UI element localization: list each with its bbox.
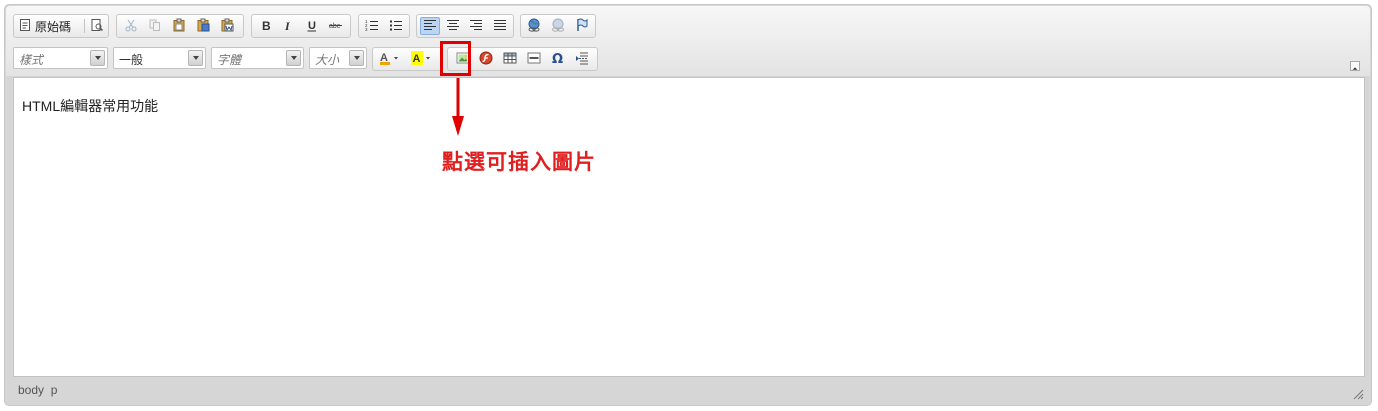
- align-right-button[interactable]: [466, 17, 486, 35]
- insert-flash-button[interactable]: [476, 50, 496, 68]
- source-label: 原始碼: [35, 19, 72, 34]
- element-path[interactable]: body p: [18, 383, 57, 397]
- svg-text:U: U: [308, 20, 316, 32]
- unlink-button[interactable]: [548, 17, 568, 35]
- chevron-down-icon: [90, 50, 105, 66]
- special-char-button[interactable]: Ω: [548, 50, 568, 68]
- toolbar-collapse-button[interactable]: [1350, 61, 1360, 71]
- svg-text:3: 3: [365, 27, 368, 32]
- svg-text:Ω: Ω: [552, 52, 563, 65]
- underline-icon: U: [305, 18, 319, 35]
- svg-text:I: I: [284, 19, 291, 32]
- strikethrough-icon: abc: [329, 18, 343, 35]
- align-left-icon: [423, 18, 437, 35]
- toolbar-group-links: [520, 14, 596, 38]
- toolbar-group-colors: A A: [372, 47, 442, 71]
- font-combo[interactable]: 字體: [211, 47, 304, 69]
- editor-statusbar: body p: [6, 376, 1370, 404]
- align-center-button[interactable]: [443, 17, 463, 35]
- toolbar-group-align: [416, 14, 514, 38]
- source-icon: [19, 18, 32, 35]
- paste-button[interactable]: [169, 17, 189, 35]
- preview-icon: [90, 18, 104, 35]
- strike-button[interactable]: abc: [326, 17, 346, 35]
- chevron-down-icon: [286, 50, 301, 66]
- source-button[interactable]: 原始碼: [19, 17, 71, 35]
- annotation-text: 點選可插入圖片: [442, 151, 596, 174]
- unlink-icon: [551, 18, 565, 35]
- editor-content-area[interactable]: HTML編輯器常用功能: [13, 77, 1365, 377]
- insert-table-button[interactable]: [500, 50, 520, 68]
- italic-button[interactable]: I: [278, 17, 298, 35]
- bulleted-list-icon: [389, 18, 403, 35]
- flash-icon: [479, 51, 493, 68]
- omega-icon: Ω: [551, 51, 565, 68]
- cut-button[interactable]: [121, 17, 141, 35]
- paste-word-button[interactable]: [217, 17, 237, 35]
- font-combo-label: 字體: [217, 53, 242, 67]
- link-button[interactable]: [524, 17, 544, 35]
- preview-button[interactable]: [87, 17, 107, 35]
- styles-combo-label: 樣式: [19, 53, 44, 67]
- toolbar-group-document: 原始碼: [13, 14, 109, 38]
- flag-icon: [575, 18, 589, 35]
- bulleted-list-button[interactable]: [386, 17, 406, 35]
- toolbar-group-clipboard: [116, 14, 244, 38]
- svg-text:A: A: [413, 53, 421, 65]
- styles-combo[interactable]: 樣式: [13, 47, 108, 69]
- italic-icon: I: [281, 18, 295, 35]
- editor-toolbar: 原始碼 B I U abc 1 2 3 樣式 一般 字體 大小 A A Ω: [6, 6, 1370, 76]
- page-break-icon: [575, 51, 589, 68]
- chevron-down-icon: [349, 50, 364, 66]
- align-justify-icon: [493, 18, 507, 35]
- svg-text:B: B: [262, 19, 271, 32]
- numbered-list-button[interactable]: 123: [362, 17, 382, 35]
- format-combo-label: 一般: [119, 53, 144, 67]
- align-right-icon: [469, 18, 483, 35]
- scissors-icon: [124, 18, 138, 35]
- html-editor: 原始碼 B I U abc 1 2 3 樣式 一般 字體 大小 A A Ω HT…: [4, 4, 1372, 406]
- toolbar-group-basicstyles: B I U abc: [251, 14, 351, 38]
- chevron-down-icon: [188, 50, 203, 66]
- collapse-icon: [1352, 67, 1358, 70]
- align-center-icon: [446, 18, 460, 35]
- numbered-list-icon: 123: [365, 18, 379, 35]
- underline-button[interactable]: U: [302, 17, 322, 35]
- toolbar-group-lists: 123: [358, 14, 410, 38]
- size-combo[interactable]: 大小: [309, 47, 367, 69]
- copy-icon: [148, 18, 162, 35]
- clipboard-icon: [172, 18, 186, 35]
- anchor-button[interactable]: [572, 17, 592, 35]
- editor-paragraph: HTML編輯器常用功能: [22, 98, 159, 114]
- paste-text-button[interactable]: [193, 17, 213, 35]
- copy-button[interactable]: [145, 17, 165, 35]
- highlight-color-icon: A: [411, 50, 433, 68]
- text-color-button[interactable]: A: [377, 50, 403, 68]
- paste-text-icon: [196, 18, 210, 35]
- resize-grip-icon[interactable]: [1352, 388, 1364, 400]
- horizontal-rule-icon: [527, 51, 541, 68]
- table-icon: [503, 51, 517, 68]
- paste-word-icon: [220, 18, 234, 35]
- align-justify-button[interactable]: [490, 17, 510, 35]
- separator: [84, 19, 85, 33]
- svg-text:abc: abc: [329, 23, 341, 30]
- globe-link-icon: [527, 18, 541, 35]
- page-break-button[interactable]: [572, 50, 592, 68]
- bold-icon: B: [259, 18, 273, 35]
- format-combo[interactable]: 一般: [113, 47, 206, 69]
- annotation-arrow-icon: [452, 78, 464, 136]
- highlight-box: [440, 41, 471, 76]
- text-color-icon: A: [379, 51, 401, 68]
- background-color-button[interactable]: A: [409, 50, 435, 68]
- align-left-button[interactable]: [420, 17, 440, 35]
- size-combo-label: 大小: [315, 53, 340, 67]
- bold-button[interactable]: B: [256, 17, 276, 35]
- horizontal-rule-button[interactable]: [524, 50, 544, 68]
